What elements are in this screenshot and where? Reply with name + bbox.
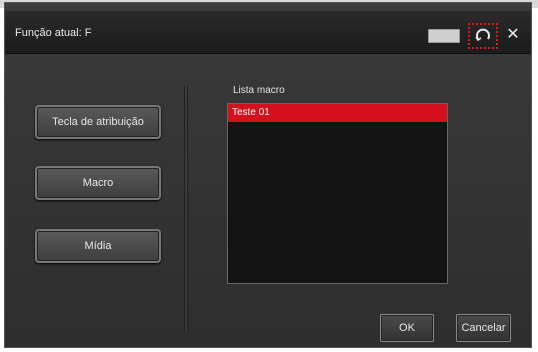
macro-list-label: Lista macro bbox=[233, 85, 285, 96]
refresh-button[interactable] bbox=[468, 23, 498, 49]
color-swatch[interactable] bbox=[428, 29, 460, 43]
close-icon[interactable]: ✕ bbox=[505, 25, 521, 45]
assign-key-button[interactable]: Tecla de atribuição bbox=[35, 105, 161, 139]
macro-listbox[interactable]: Teste 01 bbox=[227, 103, 448, 284]
list-item[interactable]: Teste 01 bbox=[228, 104, 447, 122]
ok-button[interactable]: OK bbox=[380, 314, 434, 342]
refresh-icon bbox=[475, 28, 490, 42]
dialog-window: Função atual: F ✕ Tecla de atribuição Ma… bbox=[4, 2, 532, 348]
title-bar: Função atual: F ✕ bbox=[5, 11, 531, 54]
window-title: Função atual: F bbox=[15, 27, 92, 39]
macro-button[interactable]: Macro bbox=[35, 166, 161, 200]
media-button[interactable]: Mídia bbox=[35, 229, 161, 263]
cancel-button[interactable]: Cancelar bbox=[456, 314, 511, 342]
vertical-divider bbox=[184, 85, 188, 331]
